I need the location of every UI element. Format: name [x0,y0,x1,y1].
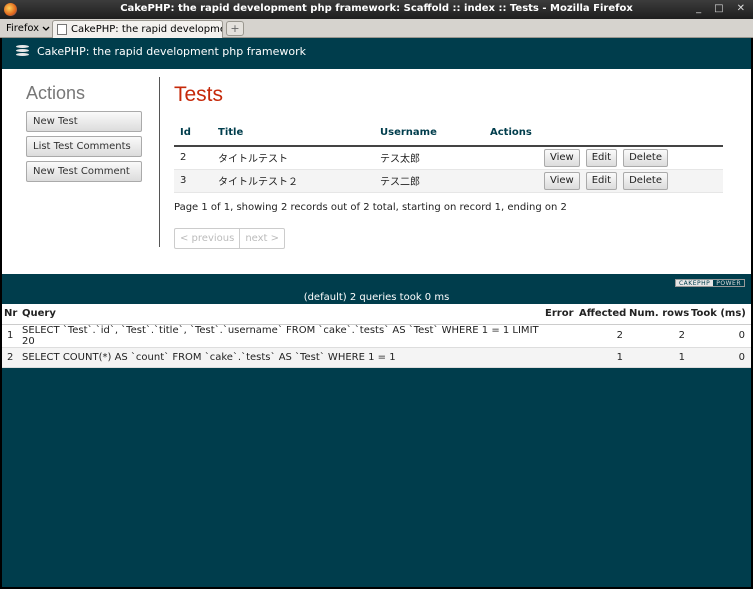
cell-nr: 1 [2,324,22,348]
table-row: 3 タイトルテスト２ テス二郎 View Edit Delete [174,169,723,193]
actions-heading: Actions [26,83,86,103]
badge-text-cakephp: CAKEPHP [675,280,714,287]
cell-num-rows: 2 [629,324,691,348]
sql-summary: (default) 2 queries took 0 ms [303,292,450,303]
cell-num-rows: 1 [629,347,691,368]
actions-panel: Actions New Test List Test Comments New … [26,83,144,186]
table-row: 1 SELECT `Test`.`id`, `Test`.`title`, `T… [2,324,751,348]
tab-strip: Firefox CakePHP: the rapid development p… [0,19,753,38]
window-title: CakePHP: the rapid development php frame… [120,3,633,14]
cell-id: 2 [174,146,212,170]
cell-title: タイトルテスト [212,146,374,170]
sql-log-table: Nr Query Error Affected Num. rows Took (… [2,304,751,368]
cell-query: SELECT COUNT(*) AS `count` FROM `cake`.`… [22,347,545,368]
firefox-menu-button[interactable]: Firefox [2,21,54,36]
delete-button[interactable]: Delete [623,148,668,167]
tests-table: Id Title Username Actions 2 タイトルテスト テス太郎… [174,120,723,193]
maximize-button[interactable]: □ [714,3,723,14]
tests-index: Tests Id Title Username Actions 2 タイトルテス… [174,83,724,249]
cell-id: 3 [174,169,212,193]
divider [159,77,160,247]
content-area: Actions New Test List Test Comments New … [2,69,751,274]
column-header-affected: Affected [579,304,629,325]
column-header-id[interactable]: Id [174,120,212,147]
cell-actions: View Edit Delete [484,146,723,170]
cell-actions: View Edit Delete [484,169,723,193]
table-header-row: Id Title Username Actions [174,120,723,147]
sql-header-row: Nr Query Error Affected Num. rows Took (… [2,304,751,325]
column-header-error: Error [545,304,579,325]
column-header-num-rows: Num. rows [629,304,691,325]
new-tab-button[interactable]: + [226,21,244,36]
minimize-button[interactable]: _ [696,3,701,14]
view-button[interactable]: View [544,148,580,167]
firefox-menu-label: Firefox [6,23,40,34]
close-button[interactable]: ✕ [737,3,745,14]
new-test-button[interactable]: New Test [26,111,142,132]
cell-error [545,347,579,368]
delete-button[interactable]: Delete [623,171,668,190]
cell-took: 0 [691,347,751,368]
page-icon [57,24,67,35]
column-header-username[interactable]: Username [374,120,484,147]
footer: CAKEPHP POWER (default) 2 queries took 0… [2,274,751,304]
pagination: < previous next > [174,227,286,249]
cake-logo-icon [16,45,29,59]
next-link[interactable]: next > [239,228,284,248]
column-header-took: Took (ms) [691,304,751,325]
browser-tab[interactable]: CakePHP: the rapid development p... [52,20,223,38]
column-header-actions: Actions [484,120,723,147]
site-header: CakePHP: the rapid development php frame… [2,38,751,69]
cell-affected: 2 [579,324,629,348]
paging-info: Page 1 of 1, showing 2 records out of 2 … [174,201,567,213]
edit-button[interactable]: Edit [585,171,618,190]
column-header-query: Query [22,304,545,325]
page-viewport: CakePHP: the rapid development php frame… [2,38,751,587]
column-header-title[interactable]: Title [212,120,374,147]
previous-link[interactable]: < previous [175,229,239,248]
cell-query: SELECT `Test`.`id`, `Test`.`title`, `Tes… [22,324,545,348]
cell-affected: 1 [579,347,629,368]
cell-took: 0 [691,324,751,348]
page-title: Tests [174,83,224,106]
view-button[interactable]: View [544,171,580,190]
cell-username: テス太郎 [374,146,484,170]
cell-nr: 2 [2,347,22,368]
window-titlebar: CakePHP: the rapid development php frame… [0,0,753,19]
cell-title: タイトルテスト２ [212,169,374,193]
cell-error [545,324,579,348]
cakephp-power-badge[interactable]: CAKEPHP POWER [674,279,745,287]
tab-label: CakePHP: the rapid development p... [71,24,222,35]
list-test-comments-button[interactable]: List Test Comments [26,136,142,157]
badge-text-power: POWER [713,280,744,287]
site-title[interactable]: CakePHP: the rapid development php frame… [37,45,306,58]
table-row: 2 タイトルテスト テス太郎 View Edit Delete [174,146,723,170]
cell-username: テス二郎 [374,169,484,193]
chevron-down-icon [42,26,50,31]
new-test-comment-button[interactable]: New Test Comment [26,161,142,182]
column-header-nr: Nr [2,304,22,325]
table-row: 2 SELECT COUNT(*) AS `count` FROM `cake`… [2,347,751,368]
edit-button[interactable]: Edit [585,148,618,167]
